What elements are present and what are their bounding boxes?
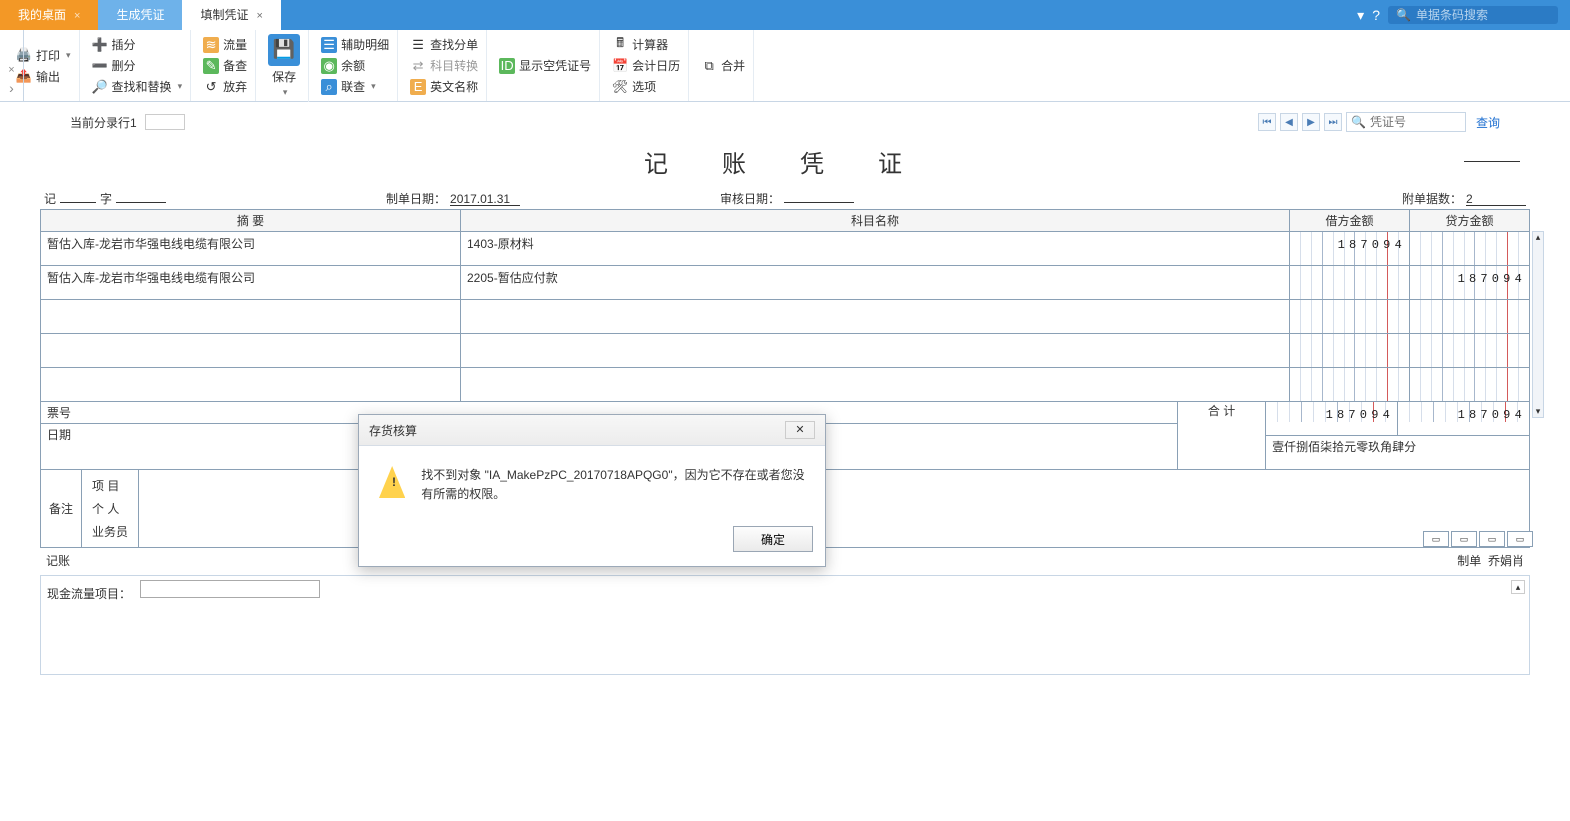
nav-next-button[interactable]: ▶	[1302, 113, 1320, 131]
aux-detail-button[interactable]: ☰辅助明细	[319, 35, 391, 54]
english-name-button[interactable]: E英文名称	[408, 77, 480, 96]
total-debit: 187094	[1326, 408, 1394, 422]
tab-strip: 我的桌面× 生成凭证 填制凭证×	[0, 0, 281, 30]
close-rail-icon[interactable]: ×	[8, 64, 14, 76]
nav-first-button[interactable]: ⏮	[1258, 113, 1276, 131]
voucher-no-input[interactable]	[1370, 115, 1460, 129]
options-button[interactable]: 🛠选项	[610, 77, 682, 96]
col-debit: 借方金额	[1290, 210, 1410, 232]
save-icon: 💾	[268, 34, 300, 66]
warning-icon	[379, 466, 405, 498]
title-bar: 我的桌面× 生成凭证 填制凭证× ▾ ? 🔍	[0, 0, 1570, 30]
word-suffix: 字	[100, 190, 112, 207]
table-row[interactable]: 暂估入库-龙岩市华强电线电缆有限公司2205-暂估应付款187094	[41, 266, 1530, 300]
page-fraction	[1464, 150, 1520, 162]
nav-prev-button[interactable]: ◀	[1280, 113, 1298, 131]
voucher-grid: 摘 要 科目名称 借方金额 贷方金额 暂估入库-龙岩市华强电线电缆有限公司140…	[40, 209, 1530, 402]
grid-scrollbar[interactable]: ▴▾	[1532, 231, 1544, 418]
tag-4[interactable]: ▭	[1507, 531, 1533, 547]
voucher-title: 记 账 凭 证	[40, 144, 1530, 179]
cash-flow-label: 现金流量项目：	[47, 585, 131, 602]
current-entry-label: 当前分录行1	[70, 114, 137, 131]
total-label: 合 计	[1178, 402, 1266, 470]
jz-label: 记账	[46, 552, 70, 569]
tab-desktop[interactable]: 我的桌面×	[0, 0, 98, 30]
subject-convert-button[interactable]: ⇄科目转换	[408, 56, 480, 75]
table-row[interactable]	[41, 300, 1530, 334]
calendar-button[interactable]: 📅会计日历	[610, 56, 682, 75]
dropdown-icon[interactable]: ▾	[1357, 7, 1364, 24]
merge-button[interactable]: ⧉合并	[699, 56, 747, 75]
cash-flow-panel: 现金流量项目： ▴	[40, 575, 1530, 675]
tab-fill-voucher[interactable]: 填制凭证×	[182, 0, 280, 30]
search-icon: 🔍	[1396, 8, 1411, 22]
tag-3[interactable]: ▭	[1479, 531, 1505, 547]
lookup-button[interactable]: ⌕联查▾	[319, 77, 391, 96]
cash-flow-input[interactable]	[140, 580, 320, 598]
col-abstract: 摘 要	[41, 210, 461, 232]
nav-last-button[interactable]: ⏭	[1324, 113, 1342, 131]
ribbon-toolbar: 🖨️打印▾ 📤输出 ➕插分 ➖删分 🔎查找和替换▾ ≋流量 ✎备查 ↺放弃 💾 …	[0, 30, 1570, 102]
dialog-close-button[interactable]: ✕	[785, 421, 815, 439]
flow-button[interactable]: ≋流量	[201, 35, 249, 54]
query-link[interactable]: 查询	[1476, 114, 1500, 131]
close-icon[interactable]: ×	[74, 10, 80, 22]
barcode-search[interactable]: 🔍	[1388, 6, 1558, 24]
total-credit: 187094	[1458, 408, 1526, 422]
amount-chinese: 壹仟捌佰柒拾元零玖角肆分	[1272, 440, 1416, 454]
dialog-ok-button[interactable]: 确定	[733, 526, 813, 552]
expand-rail-icon[interactable]: ›	[9, 80, 14, 96]
discard-button[interactable]: ↺放弃	[201, 77, 249, 96]
audit-date-label: 审核日期：	[720, 190, 780, 207]
insert-entry-button[interactable]: ➕插分	[90, 35, 185, 54]
help-icon[interactable]: ?	[1372, 7, 1380, 23]
cash-flow-toggle[interactable]: ▴	[1511, 580, 1525, 594]
project-label: 项 目	[86, 474, 134, 497]
close-icon[interactable]: ×	[256, 10, 262, 22]
biz-label: 业务员	[86, 520, 134, 543]
tag-1[interactable]: ▭	[1423, 531, 1449, 547]
col-credit: 贷方金额	[1410, 210, 1530, 232]
table-row[interactable]	[41, 334, 1530, 368]
search-input[interactable]	[1416, 8, 1550, 22]
note-label: 备注	[41, 470, 82, 547]
find-replace-button[interactable]: 🔎查找和替换▾	[90, 77, 185, 96]
dialog-title: 存货核算	[369, 422, 417, 439]
dialog-message: 找不到对象 "IA_MakePzPC_20170718APQG0"，因为它不存在…	[421, 466, 805, 504]
find-entry-button[interactable]: ☰查找分单	[408, 35, 480, 54]
col-subject: 科目名称	[461, 210, 1290, 232]
calculator-button[interactable]: 🖩计算器	[610, 35, 682, 54]
maker-name: 乔娟肖	[1488, 554, 1524, 568]
voucher-no-box[interactable]: 🔍	[1346, 112, 1466, 132]
tab-gen-voucher[interactable]: 生成凭证	[98, 0, 182, 30]
tag-2[interactable]: ▭	[1451, 531, 1477, 547]
make-date-label: 制单日期：	[386, 190, 446, 207]
show-blank-button[interactable]: ID显示空凭证号	[497, 56, 593, 75]
word-prefix: 记	[44, 190, 56, 207]
audit-button[interactable]: ✎备查	[201, 56, 249, 75]
attach-label: 附单据数：	[1402, 190, 1462, 207]
maker-label: 制单	[1457, 554, 1481, 568]
person-label: 个 人	[86, 497, 134, 520]
attach-count[interactable]: 2	[1466, 192, 1526, 206]
balance-button[interactable]: ◉余额	[319, 56, 391, 75]
table-row[interactable]	[41, 368, 1530, 402]
table-row[interactable]: 暂估入库-龙岩市华强电线电缆有限公司1403-原材料187094	[41, 232, 1530, 266]
left-rail: × ›	[0, 30, 24, 102]
error-dialog: 存货核算 ✕ 找不到对象 "IA_MakePzPC_20170718APQG0"…	[358, 414, 826, 567]
delete-entry-button[interactable]: ➖删分	[90, 56, 185, 75]
current-entry-input[interactable]	[145, 114, 185, 130]
search-icon: 🔍	[1351, 115, 1366, 129]
save-button[interactable]: 💾 保存▾	[260, 30, 309, 102]
make-date: 2017.01.31	[450, 192, 520, 206]
